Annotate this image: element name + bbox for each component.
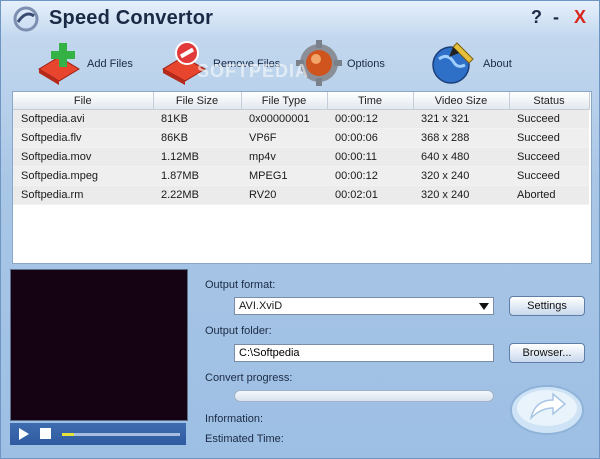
output-format-value: AVI.XviD: [239, 300, 283, 312]
convert-arrow-icon[interactable]: [509, 384, 585, 436]
play-icon[interactable]: [19, 428, 29, 440]
column-header-file-size[interactable]: File Size: [153, 92, 242, 110]
table-row[interactable]: Softpedia.mov 1.12MB mp4v 00:00:11 640 x…: [13, 147, 589, 167]
output-folder-label: Output folder:: [205, 325, 272, 337]
video-preview: [10, 269, 188, 421]
output-format-label: Output format:: [205, 279, 276, 291]
table-row[interactable]: Softpedia.flv 86KB VP6F 00:00:06 368 x 2…: [13, 128, 589, 148]
cell-time: 00:02:01: [327, 185, 413, 205]
close-button[interactable]: X: [574, 7, 586, 27]
cell-video-size: 320 x 240: [413, 166, 509, 186]
cell-status: Succeed: [509, 128, 589, 148]
column-header-status[interactable]: Status: [509, 92, 590, 110]
about-button[interactable]: About: [429, 39, 519, 85]
seek-fill: [62, 433, 74, 436]
cell-file: Softpedia.rm: [13, 185, 153, 205]
options-label: Options: [347, 58, 385, 70]
cell-file-size: 1.87MB: [153, 166, 241, 186]
about-label: About: [483, 58, 512, 70]
cell-time: 00:00:12: [327, 109, 413, 129]
cell-video-size: 368 x 288: [413, 128, 509, 148]
cell-time: 00:00:12: [327, 166, 413, 186]
stop-icon[interactable]: [40, 428, 51, 439]
minimize-button[interactable]: -: [553, 7, 559, 27]
cell-file-type: mp4v: [241, 147, 327, 167]
cell-file: Softpedia.mov: [13, 147, 153, 167]
dropdown-arrow-icon: [479, 303, 489, 310]
help-button[interactable]: ?: [531, 7, 542, 27]
cell-status: Succeed: [509, 109, 589, 129]
cell-file-size: 86KB: [153, 128, 241, 148]
table-row[interactable]: Softpedia.avi 81KB 0x00000001 00:00:12 3…: [13, 109, 589, 129]
cell-file: Softpedia.mpeg: [13, 166, 153, 186]
cell-file-size: 2.22MB: [153, 185, 241, 205]
table-row[interactable]: Softpedia.rm 2.22MB RV20 00:02:01 320 x …: [13, 185, 589, 205]
cell-file-type: 0x00000001: [241, 109, 327, 129]
cell-file-type: MPEG1: [241, 166, 327, 186]
file-list-table[interactable]: File File Size File Type Time Video Size…: [12, 91, 592, 264]
cell-file-type: RV20: [241, 185, 327, 205]
app-window: Speed Convertor ? - X Add Files Remove F…: [0, 0, 600, 459]
convert-progress-label: Convert progress:: [205, 372, 293, 384]
output-folder-input[interactable]: [234, 344, 494, 362]
table-header-row: File File Size File Type Time Video Size…: [13, 92, 590, 110]
cell-status: Succeed: [509, 147, 589, 167]
information-label: Information:: [205, 413, 264, 425]
about-globe-pen-icon: [432, 42, 474, 84]
add-files-icon: [38, 43, 80, 85]
player-controls: [10, 423, 186, 445]
column-header-file-type[interactable]: File Type: [241, 92, 328, 110]
cell-video-size: 320 x 240: [413, 185, 509, 205]
watermark: SOFTPEDIA: [197, 61, 310, 81]
seek-slider[interactable]: [62, 433, 180, 436]
add-files-label: Add Files: [87, 58, 133, 70]
title-bar: Speed Convertor ? - X: [1, 1, 599, 37]
cell-time: 00:00:11: [327, 147, 413, 167]
cell-file: Softpedia.avi: [13, 109, 153, 129]
cell-file-size: 81KB: [153, 109, 241, 129]
cell-video-size: 321 x 321: [413, 109, 509, 129]
estimated-time-label: Estimated Time:: [205, 433, 284, 445]
column-header-video-size[interactable]: Video Size: [413, 92, 510, 110]
browse-button[interactable]: Browser...: [509, 343, 585, 363]
cell-time: 00:00:06: [327, 128, 413, 148]
file-table: File File Size File Type Time Video Size…: [13, 92, 590, 205]
column-header-time[interactable]: Time: [327, 92, 414, 110]
window-title: Speed Convertor: [49, 7, 214, 29]
cell-video-size: 640 x 480: [413, 147, 509, 167]
column-header-file[interactable]: File: [13, 92, 154, 110]
cell-status: Aborted: [509, 185, 589, 205]
cell-file-size: 1.12MB: [153, 147, 241, 167]
cell-status: Succeed: [509, 166, 589, 186]
convert-progress-bar: [234, 390, 494, 402]
cell-file-type: VP6F: [241, 128, 327, 148]
add-files-button[interactable]: Add Files: [35, 39, 135, 85]
output-format-select[interactable]: AVI.XviD: [234, 297, 494, 315]
cell-file: Softpedia.flv: [13, 128, 153, 148]
app-logo-icon: [13, 6, 39, 32]
settings-button[interactable]: Settings: [509, 296, 585, 316]
table-row[interactable]: Softpedia.mpeg 1.87MB MPEG1 00:00:12 320…: [13, 166, 589, 186]
